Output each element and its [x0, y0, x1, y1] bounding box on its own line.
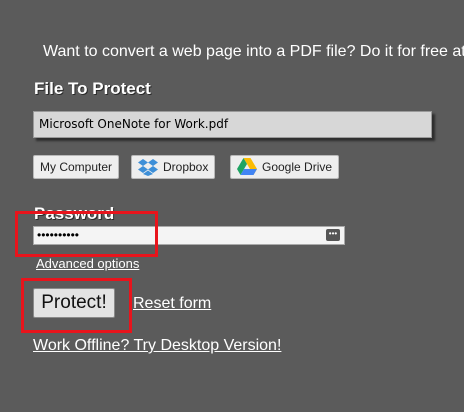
dropbox-icon [138, 158, 158, 176]
google-drive-label: Google Drive [262, 160, 333, 174]
password-label: Password [34, 204, 115, 223]
selected-file-field[interactable]: Microsoft OneNote for Work.pdf [33, 111, 432, 138]
protect-button[interactable]: Protect! [33, 288, 115, 318]
password-value: •••••••••• [37, 228, 80, 242]
desktop-version-link[interactable]: Work Offline? Try Desktop Version! [33, 337, 281, 355]
google-drive-button[interactable]: Google Drive [230, 155, 340, 179]
password-reveal-icon[interactable]: ••• [326, 229, 340, 241]
reset-form-link[interactable]: Reset form [133, 295, 211, 313]
file-section-title: File To Protect [34, 79, 151, 98]
dropbox-button[interactable]: Dropbox [131, 155, 216, 179]
my-computer-button[interactable]: My Computer [33, 155, 120, 179]
password-input[interactable]: •••••••••• ••• [33, 226, 345, 245]
advanced-options-link[interactable]: Advanced options [36, 256, 139, 271]
selected-file-name: Microsoft OneNote for Work.pdf [39, 117, 229, 131]
promo-text: Want to convert a web page into a PDF fi… [43, 43, 464, 60]
dropbox-label: Dropbox [163, 160, 209, 174]
my-computer-label: My Computer [40, 160, 113, 174]
google-drive-icon [237, 158, 257, 176]
